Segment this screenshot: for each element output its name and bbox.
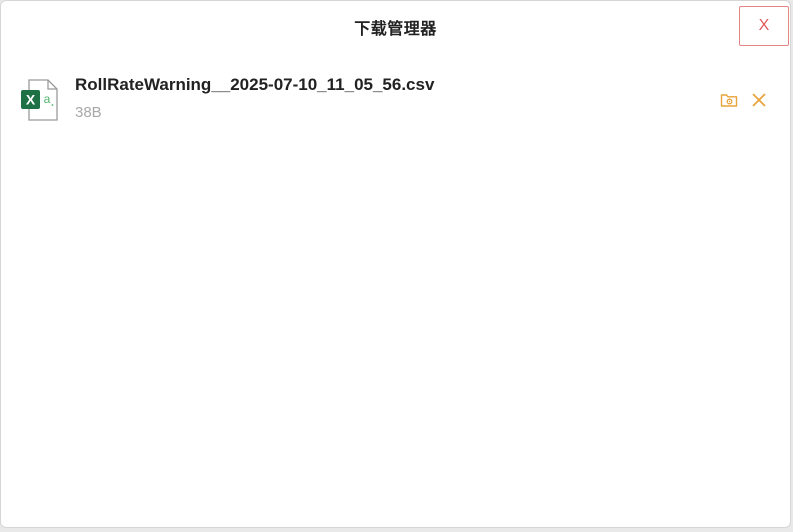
close-button[interactable]: X bbox=[739, 6, 789, 46]
excel-file-icon: X a bbox=[19, 78, 59, 122]
svg-text:a: a bbox=[44, 92, 51, 106]
download-manager-window: 下载管理器 X X a RollRateWarning__2025-07-10_… bbox=[0, 0, 791, 528]
dialog-title: 下载管理器 bbox=[354, 19, 437, 38]
open-folder-icon[interactable] bbox=[718, 89, 740, 111]
file-name[interactable]: RollRateWarning__2025-07-10_11_05_56.csv bbox=[75, 75, 434, 95]
svg-text:X: X bbox=[26, 92, 36, 108]
file-size: 38B bbox=[75, 104, 102, 121]
download-item: X a RollRateWarning__2025-07-10_11_05_56… bbox=[1, 69, 790, 133]
remove-icon[interactable] bbox=[748, 89, 770, 111]
